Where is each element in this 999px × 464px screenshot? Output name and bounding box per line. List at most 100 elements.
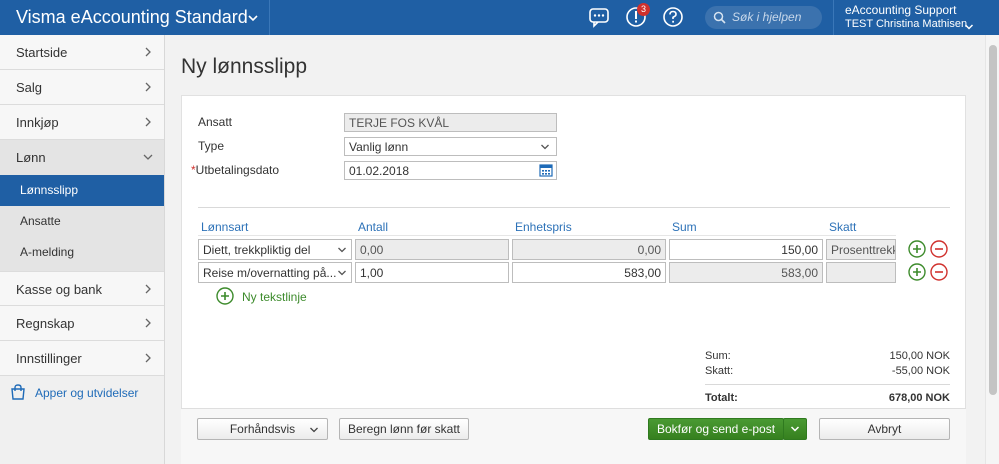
- chevron-down-icon: [541, 144, 549, 150]
- ansatt-value: TERJE FOS KVÅL: [349, 116, 450, 130]
- cancel-button[interactable]: Avbryt: [819, 418, 950, 440]
- col-header-sum: Sum: [672, 220, 697, 234]
- sidebar-item-label: Apper og utvidelser: [35, 386, 139, 400]
- utbetalingsdato-value: 01.02.2018: [349, 164, 410, 178]
- sidebar-item-salg[interactable]: Salg: [0, 70, 164, 105]
- row1-lonnsart-select[interactable]: Diett, trekkpliktig del: [198, 239, 352, 260]
- row1-antall-input[interactable]: 0,00: [355, 239, 509, 260]
- chevron-down-icon: [338, 247, 346, 253]
- header-divider: [198, 235, 896, 236]
- sidebar-item-innkjop[interactable]: Innkjøp: [0, 105, 164, 140]
- sidebar-item-lonn[interactable]: Lønn: [0, 140, 164, 175]
- calculate-before-tax-button[interactable]: Beregn lønn før skatt: [339, 418, 469, 440]
- ansatt-field[interactable]: TERJE FOS KVÅL: [344, 113, 557, 132]
- row2-skatt-field[interactable]: [826, 262, 896, 283]
- row2-sum-input[interactable]: 583,00: [669, 262, 823, 283]
- help-search-input[interactable]: Søk i hjelpen: [705, 6, 822, 29]
- preview-button-label: Forhåndsvis: [229, 422, 296, 436]
- type-value: Vanlig lønn: [349, 140, 409, 154]
- chevron-down-icon: [790, 426, 800, 432]
- utbetalingsdato-label: *Utbetalingsdato: [191, 163, 279, 177]
- row2-lonnsart-select[interactable]: Reise m/overnatting på...: [198, 262, 352, 283]
- preview-button[interactable]: Forhåndsvis: [197, 418, 328, 440]
- book-and-send-label: Bokfør og send e-post: [656, 422, 776, 436]
- row1-sum-input[interactable]: 150,00: [669, 239, 823, 260]
- utbetalingsdato-field[interactable]: 01.02.2018: [344, 161, 557, 180]
- sidebar-item-regnskap[interactable]: Regnskap: [0, 306, 164, 341]
- add-text-line-icon[interactable]: [216, 287, 234, 305]
- help-icon[interactable]: [662, 6, 684, 28]
- row1-enhetspris-value: 0,00: [637, 243, 661, 257]
- sidebar-subitem-lonnsslipp[interactable]: Lønnsslipp: [0, 175, 164, 206]
- skatt-label: Skatt:: [705, 365, 734, 377]
- row1-enhetspris-input[interactable]: 0,00: [512, 239, 666, 260]
- sidebar-item-label: Kasse og bank: [16, 282, 103, 297]
- sum-value: 150,00 NOK: [889, 350, 950, 362]
- totals-divider: [705, 384, 950, 385]
- chevron-right-icon: [145, 284, 151, 294]
- cancel-button-label: Avbryt: [867, 422, 902, 436]
- top-bar: Visma eAccounting Standard 3 Søk i hjelp…: [0, 0, 999, 35]
- row1-sum-value: 150,00: [781, 243, 818, 257]
- sidebar-item-apps[interactable]: Apper og utvidelser: [0, 376, 164, 411]
- remove-row-icon[interactable]: [930, 263, 948, 281]
- divider: [198, 207, 950, 208]
- app-switcher-button[interactable]: [235, 0, 270, 35]
- total-value: 678,00 NOK: [888, 392, 950, 404]
- sidebar-subitem-ansatte[interactable]: Ansatte: [0, 206, 164, 237]
- sidebar-item-label: Lønn: [16, 150, 46, 165]
- remove-row-icon[interactable]: [930, 240, 948, 258]
- sidebar-subitem-label: A-melding: [20, 245, 75, 259]
- chevron-down-icon: [310, 427, 318, 433]
- chevron-down-icon[interactable]: [964, 22, 974, 32]
- ansatt-label: Ansatt: [198, 115, 233, 129]
- chat-icon[interactable]: [588, 6, 610, 28]
- sidebar-item-label: Regnskap: [16, 316, 75, 331]
- page-scrollbar[interactable]: [985, 35, 999, 464]
- user-company: eAccounting Support: [845, 3, 957, 17]
- type-label: Type: [198, 139, 225, 153]
- sidebar-item-label: Startside: [16, 45, 68, 60]
- book-options-dropdown[interactable]: [783, 418, 807, 440]
- row2-enhetspris-value: 583,00: [624, 266, 661, 280]
- sidebar-subitem-label: Ansatte: [20, 214, 61, 228]
- search-placeholder: Søk i hjelpen: [732, 10, 802, 24]
- sum-label: Sum:: [705, 350, 731, 362]
- notification-badge: 3: [637, 3, 650, 16]
- utbetalingsdato-label-text: Utbetalingsdato: [195, 163, 280, 177]
- chevron-right-icon: [145, 353, 151, 363]
- sidebar-item-kasse-og-bank[interactable]: Kasse og bank: [0, 271, 164, 306]
- sidebar-item-label: Innkjøp: [16, 115, 59, 130]
- add-row-icon[interactable]: [908, 240, 926, 258]
- sidebar-subitem-a-melding[interactable]: A-melding: [0, 237, 164, 268]
- search-icon: [713, 11, 726, 24]
- add-row-icon[interactable]: [908, 263, 926, 281]
- calendar-icon[interactable]: [539, 163, 553, 177]
- page-title: Ny lønnsslipp: [181, 55, 308, 78]
- book-and-send-button[interactable]: Bokfør og send e-post: [648, 418, 784, 440]
- row1-skatt-field[interactable]: Prosenttrekk: [826, 239, 896, 260]
- total-label: Totalt:: [705, 392, 738, 404]
- col-header-skatt: Skatt: [829, 220, 857, 234]
- add-text-line-link[interactable]: Ny tekstlinje: [242, 290, 307, 304]
- chevron-right-icon: [145, 318, 151, 328]
- col-header-lonnsart: Lønnsart: [201, 220, 249, 234]
- sidebar-subitem-label: Lønnsslipp: [20, 183, 79, 197]
- sidebar-item-startside[interactable]: Startside: [0, 35, 164, 70]
- chevron-right-icon: [145, 47, 151, 57]
- row1-antall-value: 0,00: [360, 243, 384, 257]
- chevron-right-icon: [145, 117, 151, 127]
- chevron-down-icon: [338, 270, 346, 276]
- type-select[interactable]: Vanlig lønn: [344, 137, 557, 156]
- chevron-down-icon: [143, 154, 153, 160]
- sidebar-item-innstillinger[interactable]: Innstillinger: [0, 341, 164, 376]
- row2-enhetspris-input[interactable]: 583,00: [512, 262, 666, 283]
- sidebar: Startside Salg Innkjøp Lønn Lønnsslipp A…: [0, 35, 165, 464]
- row2-sum-value: 583,00: [781, 266, 818, 280]
- row2-antall-input[interactable]: 1,00: [355, 262, 509, 283]
- scrollbar-thumb[interactable]: [989, 45, 997, 395]
- calculate-before-tax-label: Beregn lønn før skatt: [347, 422, 461, 436]
- shopping-bag-icon: [11, 384, 25, 400]
- skatt-value: -55,00 NOK: [891, 365, 950, 377]
- col-header-enhetspris: Enhetspris: [515, 220, 572, 234]
